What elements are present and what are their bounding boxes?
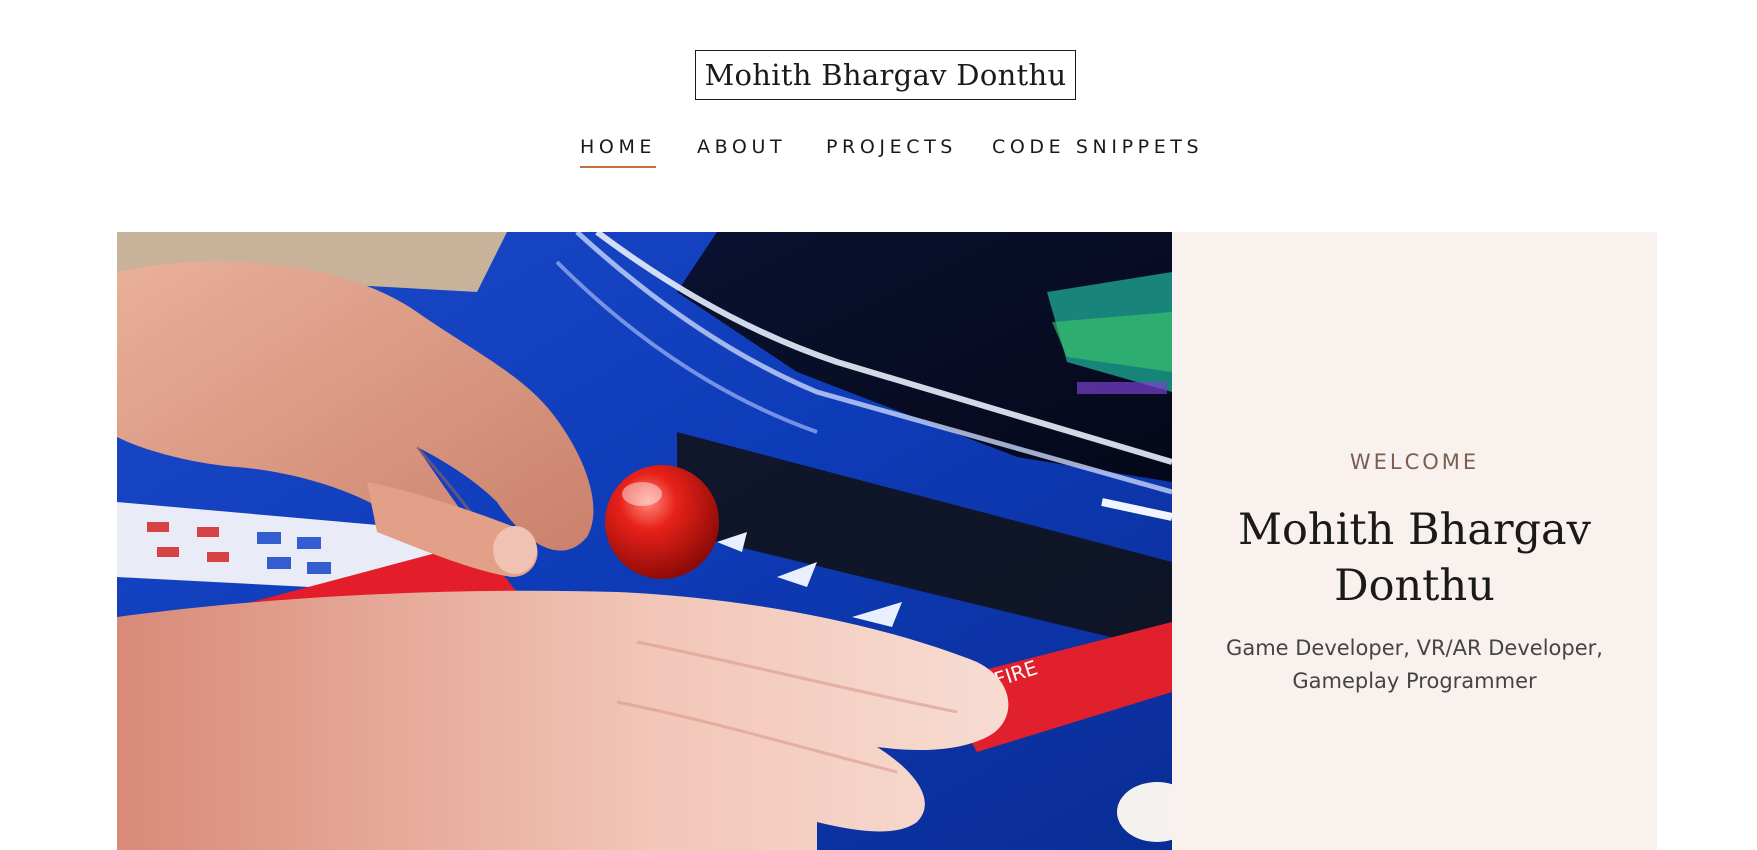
nav-item-projects[interactable]: PROJECTS [826, 134, 957, 160]
hero-section: FIRE WELCOME Mohith Bhargav Donthu Game … [117, 232, 1657, 850]
hero-subtitle: Game Developer, VR/AR Developer, Gamepla… [1226, 636, 1603, 693]
hero-image: FIRE [117, 232, 1172, 850]
hero-welcome-panel: WELCOME Mohith Bhargav Donthu Game Devel… [1172, 232, 1657, 850]
nav-item-code-snippets[interactable]: CODE SNIPPETS [992, 134, 1203, 160]
nav-active-underline [580, 166, 656, 168]
site-header: Mohith Bhargav Donthu HOME ABOUT PROJECT… [0, 0, 1757, 232]
hero-name-heading: Mohith Bhargav Donthu [1238, 505, 1591, 611]
main-nav: HOME ABOUT PROJECTS CODE SNIPPETS [0, 134, 1757, 174]
welcome-label: WELCOME [1349, 450, 1480, 474]
nav-item-about[interactable]: ABOUT [697, 134, 786, 160]
nav-item-home[interactable]: HOME [580, 134, 656, 160]
site-title[interactable]: Mohith Bhargav Donthu [695, 50, 1076, 100]
arcade-joystick-photo: FIRE [117, 232, 1172, 850]
